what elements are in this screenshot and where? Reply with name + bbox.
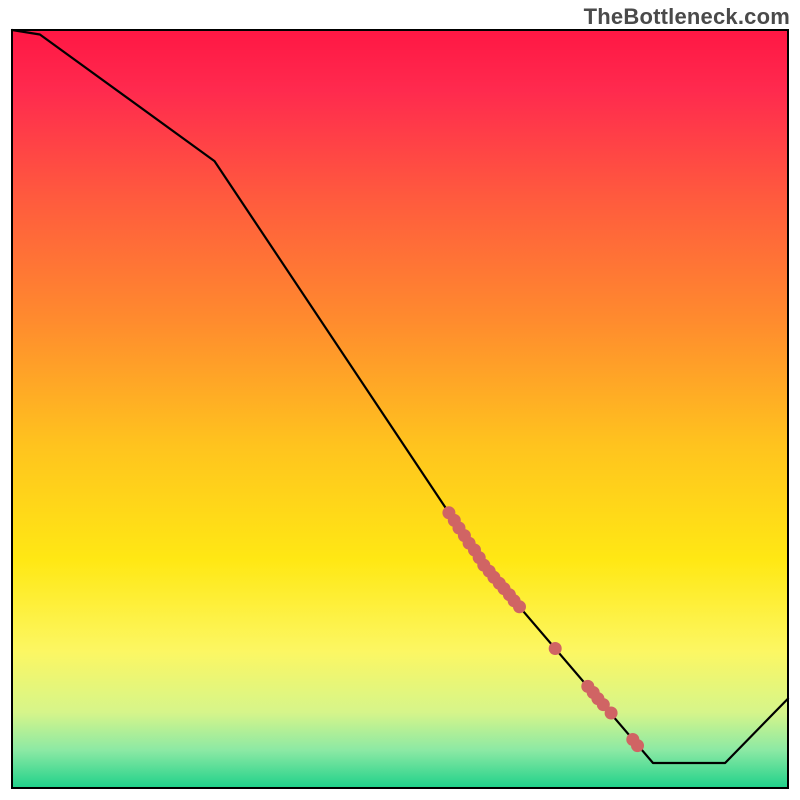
highlight-dot	[513, 600, 526, 613]
watermark-text: TheBottleneck.com	[584, 4, 790, 30]
highlight-dot	[549, 642, 562, 655]
highlight-dot	[605, 707, 618, 720]
highlight-dot	[631, 739, 644, 752]
chart-stage: TheBottleneck.com	[0, 0, 800, 800]
heat-background	[12, 30, 788, 788]
plot-area	[12, 30, 788, 788]
chart-svg	[0, 0, 800, 800]
